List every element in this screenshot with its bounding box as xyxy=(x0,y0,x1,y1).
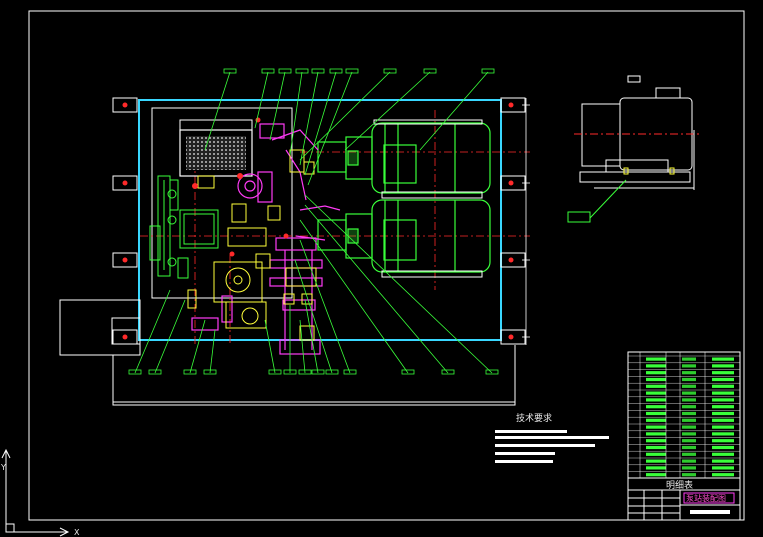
parts-row-code xyxy=(682,459,696,463)
side-view xyxy=(567,75,700,223)
parts-row-material xyxy=(712,384,734,388)
leader-line xyxy=(154,299,186,374)
leader-line xyxy=(264,319,276,374)
parts-row-code xyxy=(682,466,696,470)
parts-list-title: 明细表 xyxy=(666,479,693,491)
tech-requirements-heading: 技术要求 xyxy=(516,412,552,424)
ucs-y-label: Y xyxy=(0,463,6,472)
leader-line xyxy=(344,71,431,151)
parts-row-material xyxy=(712,411,734,416)
parts-row-code xyxy=(682,384,696,388)
parts-row-name xyxy=(646,357,666,361)
parts-row-material xyxy=(712,439,734,443)
parts-row-name xyxy=(646,418,666,422)
title-block: 泵站装配图 xyxy=(627,489,741,521)
parts-list: 明细表 xyxy=(627,351,741,491)
parts-row-name xyxy=(646,371,666,375)
parts-row-material xyxy=(712,357,734,361)
parts-row-name xyxy=(646,445,666,450)
parts-row-code xyxy=(682,432,696,436)
piping-green xyxy=(149,175,219,279)
leader-line xyxy=(299,319,306,374)
parts-row-name xyxy=(646,425,666,429)
parts-row-material xyxy=(712,473,734,477)
parts-row-material xyxy=(712,432,734,436)
leader-line xyxy=(304,71,337,176)
parts-row-material xyxy=(712,391,734,395)
parts-row-name xyxy=(646,377,666,382)
leader-line xyxy=(209,329,216,374)
part-balloon xyxy=(441,369,455,375)
parts-row-name xyxy=(646,405,666,409)
part-balloon xyxy=(485,369,499,375)
parts-row-code xyxy=(682,364,696,368)
parts-row-code xyxy=(682,445,696,450)
leader-line xyxy=(419,71,489,151)
leader-line xyxy=(304,204,449,374)
motor-upper xyxy=(317,122,491,194)
parts-row-code xyxy=(682,425,696,429)
parts-row-material xyxy=(712,452,734,456)
parts-row-material xyxy=(712,398,734,402)
plan-view xyxy=(59,97,530,406)
parts-row-material xyxy=(712,466,734,470)
leader-line xyxy=(269,71,286,141)
parts-row-name xyxy=(646,473,666,477)
leader-line xyxy=(299,239,351,374)
drawing-frame xyxy=(28,10,745,521)
title-block-name: 泵站装配图 xyxy=(686,493,726,503)
parts-row-name xyxy=(646,439,666,443)
ucs-icon: Y X xyxy=(0,448,80,537)
parts-row-code xyxy=(682,357,696,361)
parts-row-code xyxy=(682,398,696,402)
parts-row-code xyxy=(682,452,696,456)
parts-row-name xyxy=(646,364,666,368)
parts-row-name xyxy=(646,384,666,388)
parts-row-code xyxy=(682,377,696,382)
parts-row-name xyxy=(646,398,666,402)
leader-line xyxy=(299,71,391,161)
parts-row-code xyxy=(682,473,696,477)
parts-row-material xyxy=(712,364,734,368)
valves-yellow xyxy=(187,149,317,341)
parts-row-material xyxy=(712,377,734,382)
parts-row-name xyxy=(646,432,666,436)
parts-row-name xyxy=(646,391,666,395)
ucs-x-label: X xyxy=(74,528,80,537)
technical-requirements: 技术要求 xyxy=(495,412,609,463)
parts-row-code xyxy=(682,371,696,375)
parts-row-material xyxy=(712,425,734,429)
parts-row-name xyxy=(646,452,666,456)
parts-row-material xyxy=(712,405,734,409)
parts-row-code xyxy=(682,418,696,422)
parts-row-name xyxy=(646,459,666,463)
parts-row-name xyxy=(646,411,666,416)
motor-feet xyxy=(373,119,483,278)
pump-station-assembly-drawing: 技术要求 明细表 泵站装配图 Y X xyxy=(0,10,745,537)
parts-row-material xyxy=(712,445,734,450)
parts-row-code xyxy=(682,391,696,395)
parts-row-material xyxy=(712,418,734,422)
parts-row-material xyxy=(712,371,734,375)
parts-row-code xyxy=(682,405,696,409)
dimension-lines xyxy=(522,98,530,345)
parts-row-code xyxy=(682,439,696,443)
parts-row-name xyxy=(646,466,666,470)
part-balloon xyxy=(401,369,415,375)
lower-outlines xyxy=(59,299,516,406)
parts-row-material xyxy=(712,459,734,463)
parts-row-code xyxy=(682,411,696,416)
